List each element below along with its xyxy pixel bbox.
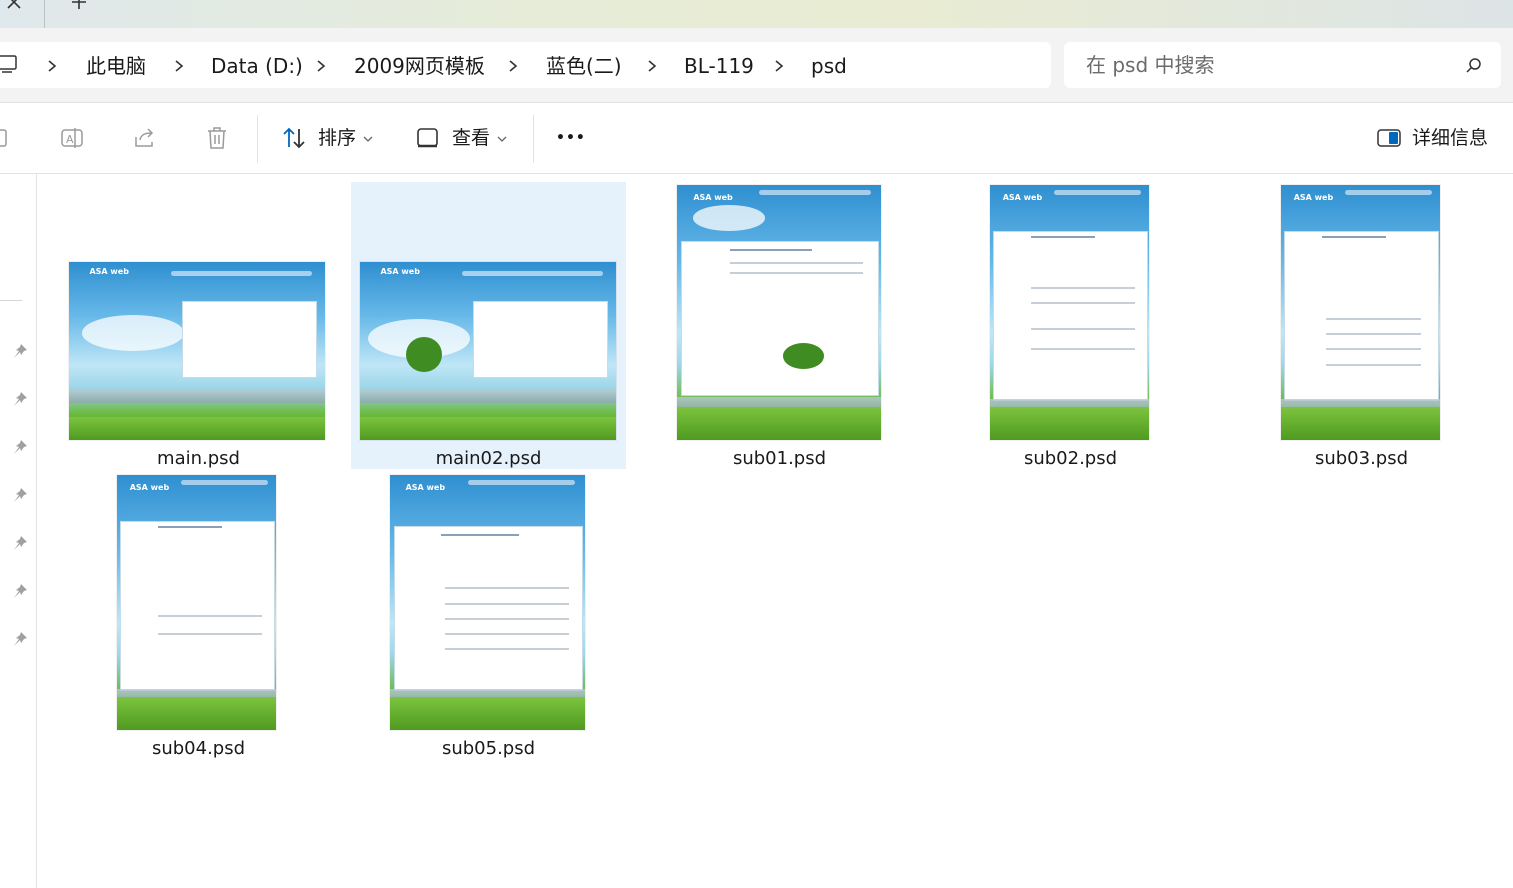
close-tab-icon[interactable] — [4, 0, 24, 14]
file-name[interactable]: main.psd — [61, 448, 336, 470]
file-item[interactable]: ASA web main.psd — [61, 182, 336, 469]
file-thumbnail: ASA web — [990, 185, 1149, 440]
breadcrumb-item[interactable]: 蓝色(二) — [546, 52, 622, 80]
this-pc-icon[interactable] — [0, 54, 20, 74]
more-options-button[interactable]: ••• — [556, 125, 586, 151]
file-name[interactable]: main02.psd — [351, 448, 626, 470]
search-icon[interactable] — [1465, 57, 1483, 75]
rename-icon[interactable]: A — [60, 125, 86, 151]
thumbnail-logo: ASA web — [1293, 192, 1334, 202]
file-thumbnail: ASA web — [677, 185, 881, 440]
svg-text:A: A — [66, 133, 74, 146]
file-item[interactable]: ASA web sub04.psd — [61, 472, 336, 759]
command-bar: A 排序 查看 ••• 详细信息 — [0, 103, 1513, 174]
separator — [257, 115, 258, 163]
breadcrumb-item[interactable]: Data (D:) — [211, 52, 303, 80]
breadcrumb-item[interactable]: BL-119 — [684, 52, 754, 80]
breadcrumb-current[interactable]: psd — [811, 52, 847, 80]
chevron-down-icon[interactable] — [363, 135, 373, 143]
tab-divider — [44, 0, 45, 28]
details-pane-icon[interactable] — [1377, 125, 1403, 151]
search-box[interactable] — [1064, 42, 1501, 88]
file-name[interactable]: sub03.psd — [1224, 448, 1499, 470]
chevron-right-icon[interactable] — [315, 59, 327, 73]
thumbnail-logo: ASA web — [129, 482, 170, 492]
file-list: ASA web main.psd ASA web main02.psd ASA … — [37, 174, 1513, 888]
chevron-right-icon[interactable] — [507, 59, 519, 73]
nav-divider — [0, 300, 22, 301]
view-button[interactable]: 查看 — [452, 125, 490, 151]
file-name[interactable]: sub05.psd — [351, 738, 626, 760]
chevron-right-icon[interactable] — [173, 59, 185, 73]
chevron-right-icon[interactable] — [773, 59, 785, 73]
pin-icon[interactable] — [11, 582, 29, 600]
copy-icon[interactable] — [0, 125, 14, 151]
pin-icon[interactable] — [11, 630, 29, 648]
file-thumbnail: ASA web — [117, 475, 276, 730]
thumbnail-logo: ASA web — [380, 267, 420, 277]
navigation-pane — [0, 174, 37, 888]
address-bar[interactable] — [0, 42, 1051, 88]
file-thumbnail: ASA web — [390, 475, 585, 730]
address-row: 此电脑 Data (D:) 2009网页模板 蓝色(二) BL-119 psd — [0, 28, 1513, 103]
sort-button[interactable]: 排序 — [318, 125, 356, 151]
chevron-right-icon[interactable] — [646, 59, 658, 73]
pin-icon[interactable] — [11, 390, 29, 408]
file-thumbnail: ASA web — [69, 262, 325, 440]
thumbnail-logo: ASA web — [89, 267, 129, 277]
file-item[interactable]: ASA web sub05.psd — [351, 472, 626, 759]
file-thumbnail: ASA web — [1281, 185, 1440, 440]
pin-icon[interactable] — [11, 486, 29, 504]
file-item[interactable]: ASA web sub01.psd — [642, 182, 917, 469]
pin-icon[interactable] — [11, 534, 29, 552]
new-tab-icon[interactable] — [68, 0, 90, 14]
file-item[interactable]: ASA web sub03.psd — [1224, 182, 1499, 469]
separator — [533, 115, 534, 163]
thumbnail-logo: ASA web — [1002, 192, 1043, 202]
title-bar — [0, 0, 1513, 28]
thumbnail-logo: ASA web — [693, 192, 733, 202]
pin-icon[interactable] — [11, 342, 29, 360]
file-thumbnail: ASA web — [360, 262, 616, 440]
chevron-down-icon[interactable] — [497, 135, 507, 143]
share-icon[interactable] — [132, 125, 158, 151]
delete-icon[interactable] — [204, 125, 230, 151]
sort-icon[interactable] — [281, 125, 307, 151]
file-name[interactable]: sub04.psd — [61, 738, 336, 760]
file-item-selected[interactable]: ASA web main02.psd — [351, 182, 626, 469]
view-icon[interactable] — [415, 125, 441, 151]
details-button[interactable]: 详细信息 — [1412, 125, 1488, 151]
search-input[interactable] — [1086, 50, 1446, 80]
file-item[interactable]: ASA web sub02.psd — [933, 182, 1208, 469]
breadcrumb-item[interactable]: 2009网页模板 — [354, 52, 485, 80]
pin-icon[interactable] — [11, 438, 29, 456]
breadcrumb-item[interactable]: 此电脑 — [86, 52, 146, 80]
file-name[interactable]: sub01.psd — [642, 448, 917, 470]
thumbnail-logo: ASA web — [405, 482, 446, 492]
file-name[interactable]: sub02.psd — [933, 448, 1208, 470]
chevron-right-icon[interactable] — [46, 59, 58, 73]
